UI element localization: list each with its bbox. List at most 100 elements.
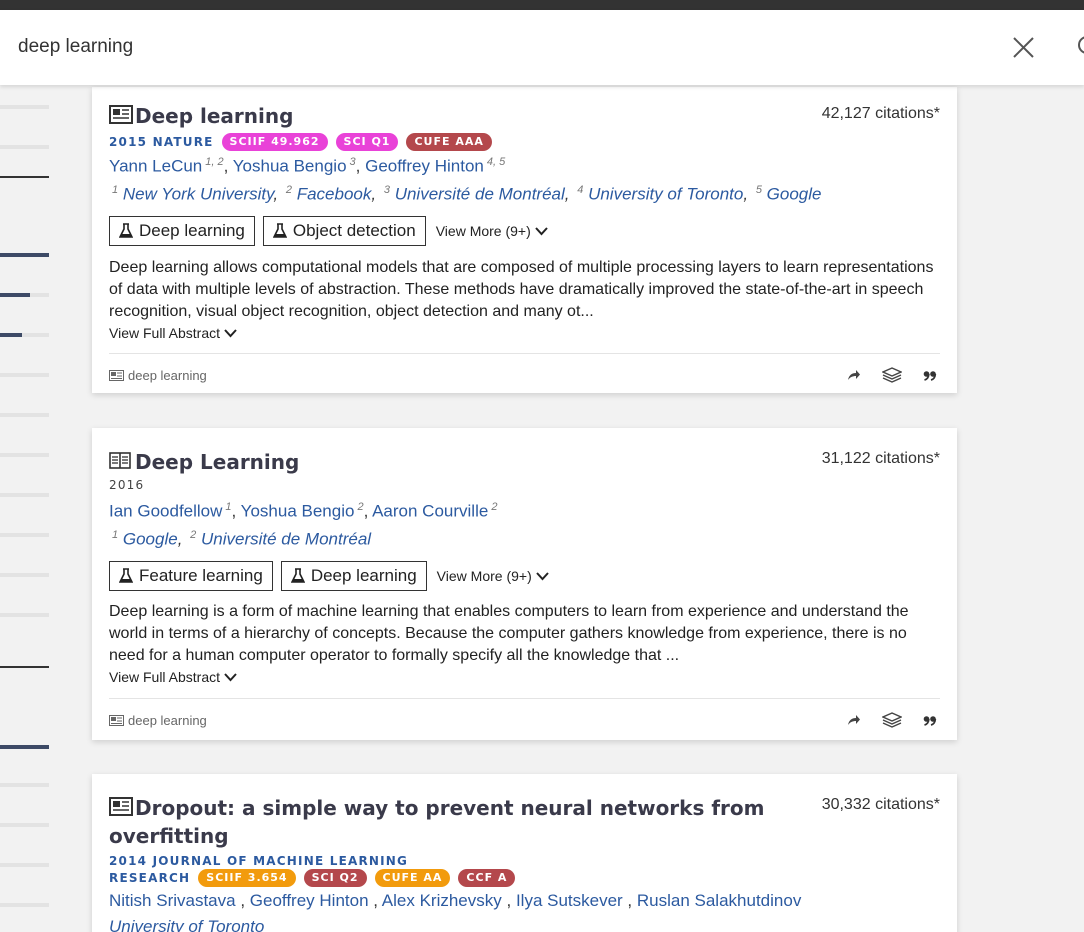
card-actions bbox=[844, 366, 940, 384]
share-icon bbox=[848, 715, 860, 725]
affiliation-link[interactable]: Facebook bbox=[297, 185, 372, 204]
year: 2016 bbox=[109, 478, 145, 492]
affiliation-link[interactable]: University of Toronto bbox=[109, 917, 264, 932]
abstract-text: Deep learning allows computational model… bbox=[109, 259, 934, 320]
flask-icon bbox=[290, 568, 305, 583]
card-divider bbox=[109, 698, 940, 699]
result-card: Deep learning 42,127 citations* 2015 NAT… bbox=[92, 87, 957, 393]
author-link[interactable]: Yann LeCun bbox=[109, 157, 202, 176]
result-card: Dropout: a simple way to prevent neural … bbox=[92, 774, 957, 932]
author-link[interactable]: Aaron Courville bbox=[372, 502, 488, 521]
aff-num: 1 bbox=[112, 529, 119, 541]
author-link[interactable]: Ruslan Salakhutdinov bbox=[637, 891, 801, 910]
aff-num: 2 bbox=[285, 184, 292, 196]
badge-cufe: CUFE AA bbox=[374, 869, 451, 887]
cite-button[interactable] bbox=[920, 366, 940, 384]
chevron-down-icon bbox=[224, 672, 237, 681]
author-link[interactable]: Ilya Sutskever bbox=[516, 891, 623, 910]
result-title[interactable]: Deep Learning bbox=[135, 448, 299, 476]
author-link[interactable]: Yoshua Bengio bbox=[241, 502, 355, 521]
aff-num: 4 bbox=[577, 184, 584, 196]
keyword-link[interactable]: deep learning bbox=[109, 368, 207, 383]
affiliations-row: 1 Google, 2 Université de Montréal bbox=[112, 529, 372, 549]
share-button[interactable] bbox=[844, 711, 864, 729]
affiliation-link[interactable]: Université de Montréal bbox=[201, 530, 371, 549]
author-link[interactable]: Geoffrey Hinton bbox=[250, 891, 369, 910]
collection-button[interactable] bbox=[882, 711, 902, 729]
search-input[interactable] bbox=[18, 30, 918, 64]
flask-icon bbox=[119, 223, 133, 238]
topic-tag[interactable]: Deep learning bbox=[109, 216, 255, 246]
authors-row: Ian Goodfellow 1, Yoshua Bengio 2, Aaron C… bbox=[109, 501, 498, 521]
badge-sciif: SCIIF 49.962 bbox=[221, 133, 328, 151]
keyword-link[interactable]: deep learning bbox=[109, 713, 207, 728]
authors-row: Nitish Srivastava , Geoffrey Hinton , Al… bbox=[109, 891, 802, 910]
card-actions bbox=[844, 711, 940, 729]
venue[interactable]: 2015 NATURE bbox=[109, 135, 214, 149]
result-title-row[interactable]: Deep Learning bbox=[109, 448, 299, 476]
flask-icon bbox=[272, 223, 287, 238]
affiliation-link[interactable]: Université de Montréal bbox=[395, 185, 565, 204]
badge-cufe: CUFE AAA bbox=[406, 133, 492, 151]
view-full-label: View Full Abstract bbox=[109, 325, 221, 341]
view-more-tags-button[interactable]: View More (9+) bbox=[436, 223, 548, 239]
layers-icon bbox=[882, 712, 902, 728]
view-full-abstract-button[interactable]: View Full Abstract bbox=[109, 669, 237, 685]
topic-tag[interactable]: Feature learning bbox=[109, 561, 273, 591]
quote-icon bbox=[923, 716, 937, 726]
chevron-down-icon bbox=[535, 571, 549, 580]
newspaper-icon bbox=[109, 105, 133, 124]
authors-row: Yann LeCun 1, 2, Yoshua Bengio 3, Geoffrey… bbox=[109, 156, 506, 176]
topic-tag[interactable]: Object detection bbox=[262, 216, 426, 246]
affiliation-link[interactable]: Google bbox=[123, 530, 178, 549]
aff-num: 2 bbox=[190, 529, 197, 541]
book-icon bbox=[109, 452, 131, 469]
tag-label: Deep learning bbox=[139, 221, 245, 240]
author-link[interactable]: Nitish Srivastava bbox=[109, 891, 236, 910]
search-icon[interactable] bbox=[1073, 32, 1084, 62]
badge-ccf: CCF A bbox=[458, 869, 516, 887]
aff-num: 1 bbox=[112, 184, 119, 196]
aff-num: 5 bbox=[755, 184, 762, 196]
view-more-tags-button[interactable]: View More (9+) bbox=[437, 568, 549, 584]
cite-button[interactable] bbox=[920, 711, 940, 729]
badge-sci: SCI Q1 bbox=[335, 133, 399, 151]
venue[interactable]: 2014 JOURNAL OF MACHINE LEARNING bbox=[109, 854, 408, 868]
chevron-down-icon bbox=[224, 328, 237, 337]
aff-num: 3 bbox=[383, 184, 390, 196]
flask-icon bbox=[119, 568, 133, 583]
chevron-down-icon bbox=[535, 226, 548, 235]
venue-row: 2015 NATURE SCIIF 49.962 SCI Q1 CUFE AAA bbox=[109, 133, 492, 151]
badge-sciif: SCIIF 3.654 bbox=[198, 869, 296, 887]
badge-sci: SCI Q2 bbox=[303, 869, 367, 887]
result-title-continued[interactable]: overfitting bbox=[109, 822, 229, 850]
result-title-row[interactable]: Dropout: a simple way to prevent neural … bbox=[109, 794, 764, 822]
tags-row: Deep learning Object detection View More… bbox=[109, 216, 548, 246]
venue-row: 2016 bbox=[109, 478, 144, 492]
author-link[interactable]: Ian Goodfellow bbox=[109, 502, 222, 521]
affiliation-link[interactable]: Google bbox=[767, 185, 822, 204]
venue-continued[interactable]: RESEARCH bbox=[109, 871, 190, 885]
collection-button[interactable] bbox=[882, 366, 902, 384]
citation-count: 42,127 citations* bbox=[821, 105, 940, 122]
card-divider bbox=[109, 353, 940, 354]
results-list: Deep learning 42,127 citations* 2015 NAT… bbox=[0, 85, 1084, 932]
quote-icon bbox=[923, 371, 937, 381]
view-more-label: View More (9+) bbox=[435, 223, 531, 239]
topic-tag[interactable]: Deep learning bbox=[280, 561, 427, 591]
author-link[interactable]: Yoshua Bengio bbox=[233, 157, 347, 176]
share-button[interactable] bbox=[844, 366, 864, 384]
author-link[interactable]: Geoffrey Hinton bbox=[365, 157, 484, 176]
result-title[interactable]: Deep learning bbox=[135, 102, 293, 130]
citation-count: 30,332 citations* bbox=[821, 796, 940, 813]
affiliation-link[interactable]: New York University bbox=[123, 185, 274, 204]
result-title[interactable]: Dropout: a simple way to prevent neural … bbox=[135, 794, 764, 822]
clear-search-button[interactable] bbox=[1008, 33, 1038, 63]
result-title-row[interactable]: Deep learning bbox=[109, 102, 293, 130]
author-link[interactable]: Alex Krizhevsky bbox=[382, 891, 502, 910]
affiliation-link[interactable]: University of Toronto bbox=[588, 185, 743, 204]
tag-label: Deep learning bbox=[310, 566, 417, 585]
view-full-abstract-button[interactable]: View Full Abstract bbox=[109, 325, 237, 341]
author-aff: 1, 2 bbox=[205, 156, 224, 168]
result-card: Deep Learning 31,122 citations* 2016 Ian… bbox=[92, 428, 957, 740]
